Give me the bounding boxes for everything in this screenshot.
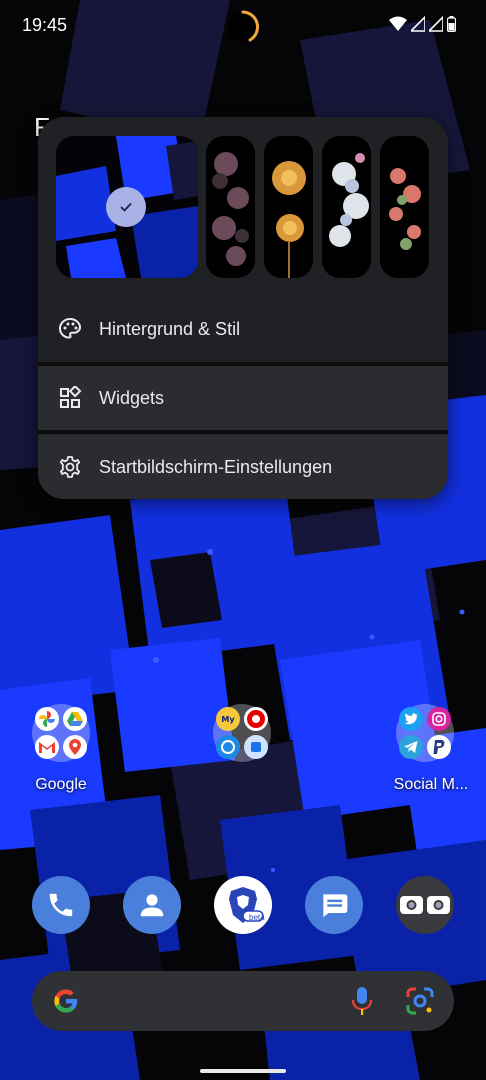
gesture-nav-handle[interactable] (200, 1069, 286, 1073)
tools-app-icon (244, 735, 268, 759)
folder-social-media[interactable] (396, 704, 454, 762)
camera-app[interactable] (396, 876, 454, 934)
signal-icon-2 (429, 16, 443, 32)
microphone-icon[interactable] (350, 985, 374, 1017)
palette-icon (58, 317, 82, 339)
widgets-icon (60, 386, 82, 408)
loading-spinner-icon (228, 10, 260, 42)
vodafone-icon (244, 707, 268, 731)
menu-item-label: Widgets (99, 387, 165, 408)
google-g-icon (54, 989, 78, 1013)
google-search-bar[interactable] (32, 971, 454, 1031)
folder-google[interactable] (32, 704, 90, 762)
menu-item-widgets[interactable]: Widgets (38, 366, 448, 430)
status-bar: 19:45 (0, 0, 486, 52)
wallpaper-picker (56, 136, 436, 278)
status-icons (389, 16, 456, 32)
twitter-icon (399, 707, 423, 731)
contacts-icon (140, 894, 164, 917)
wifi-icon (389, 16, 407, 31)
cloud-app-icon (216, 735, 240, 759)
phone-app[interactable] (32, 876, 90, 934)
photos-icon (35, 707, 59, 731)
brave-beta-app[interactable]: beta (214, 876, 272, 934)
beta-badge: beta (249, 913, 265, 922)
wallpaper-thumb-yellow-flower[interactable] (264, 136, 313, 278)
menu-divider (38, 430, 448, 434)
camera-icon (400, 896, 450, 914)
menu-item-label: Startbildschirm-Einstellungen (99, 456, 333, 477)
battery-icon (447, 16, 456, 32)
instagram-icon (427, 707, 451, 731)
menu-item-label: Hintergrund & Stil (99, 318, 241, 339)
paypal-icon (427, 735, 451, 759)
signal-icon (411, 16, 425, 32)
telegram-icon (399, 735, 423, 759)
wallpaper-thumb-current[interactable] (56, 136, 198, 278)
wallpaper-thumb-pink-flowers[interactable] (380, 136, 429, 278)
contacts-app[interactable] (123, 876, 181, 934)
drive-icon (63, 707, 87, 731)
wallpaper-thumb-dark-flowers[interactable] (206, 136, 255, 278)
folder-label: Social M... (393, 776, 469, 793)
gmail-icon (35, 735, 59, 759)
phone-icon (49, 893, 73, 917)
gear-icon (59, 456, 81, 478)
folder-carrier-apps[interactable]: My (213, 704, 271, 762)
maps-icon (63, 735, 87, 759)
messages-icon (323, 894, 348, 917)
menu-item-wallpaper-style[interactable]: Hintergrund & Stil (38, 297, 448, 361)
menu-item-home-settings[interactable]: Startbildschirm-Einstellungen (38, 435, 448, 499)
wallpaper-thumb-white-blossom[interactable] (322, 136, 371, 278)
folder-label: Google (35, 776, 87, 793)
my-app-icon: My (216, 707, 240, 731)
google-lens-icon[interactable] (404, 985, 436, 1017)
status-time: 19:45 (22, 15, 68, 35)
messages-app[interactable] (305, 876, 363, 934)
selected-check-icon (106, 187, 146, 227)
home-long-press-menu: Hintergrund & Stil Widgets Startbildschi… (38, 117, 448, 499)
